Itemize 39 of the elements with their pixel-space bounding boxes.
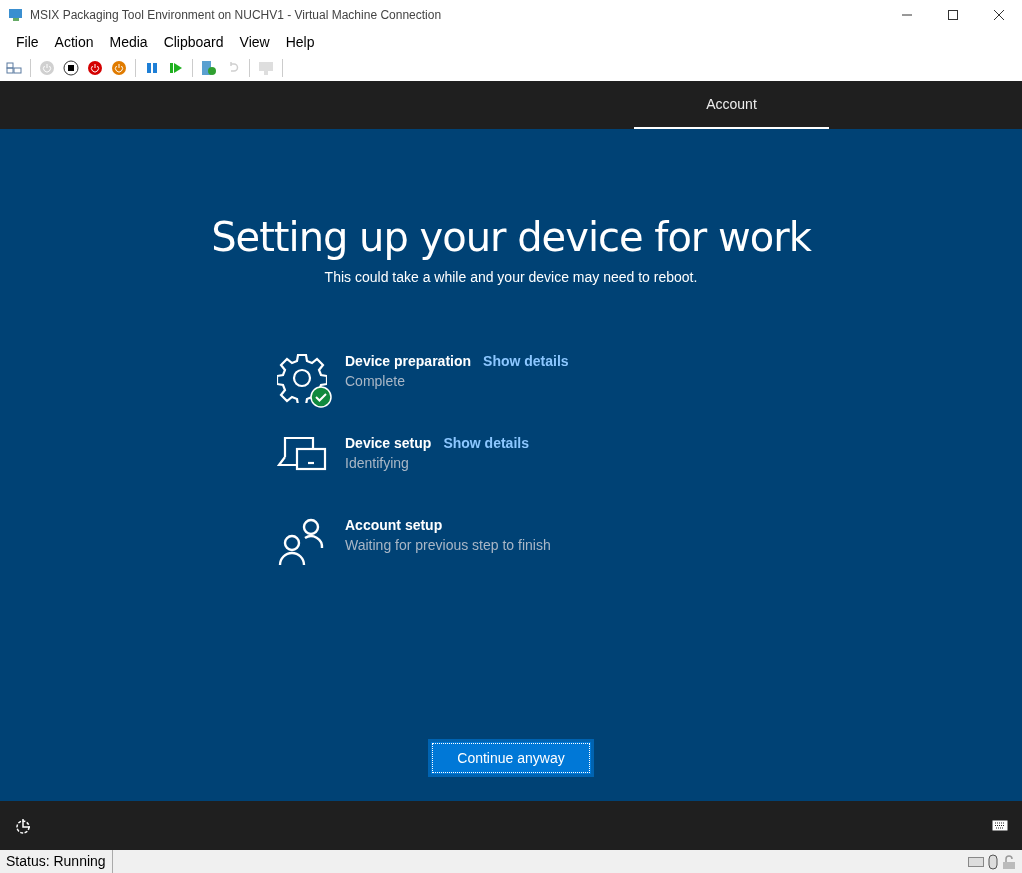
show-details-link[interactable]: Show details [483, 353, 569, 369]
play-icon [169, 61, 183, 74]
maximize-icon [948, 10, 958, 20]
app-icon [8, 8, 24, 22]
stop-icon [63, 59, 79, 76]
continue-button[interactable]: Continue anyway [428, 739, 594, 777]
step-title: Device setup [345, 435, 432, 451]
keyboard-icon [992, 820, 1008, 831]
menu-item[interactable]: Media [101, 34, 156, 50]
step-status: Complete [345, 373, 406, 389]
power-icon [87, 59, 103, 76]
menu-item[interactable]: Help [277, 34, 323, 50]
accessibility-icon [14, 816, 32, 835]
toolbar-button[interactable] [61, 57, 81, 78]
pause-icon [146, 61, 158, 74]
show-details-link[interactable]: Show details [443, 435, 529, 451]
menu-item[interactable]: File [8, 34, 47, 50]
menu-item[interactable]: Clipboard [155, 34, 232, 50]
menu-item[interactable]: View [231, 34, 278, 50]
step-title: Device preparation [345, 353, 472, 369]
power-icon [39, 59, 55, 76]
lock-icon [1002, 853, 1016, 870]
mouse-icon [988, 853, 998, 870]
page-heading: Setting up your device for work [211, 213, 811, 262]
step-status: Identifying [345, 455, 410, 471]
gear-icon [277, 353, 327, 403]
page-subheading: This could take a while and your device may need to reboot. [324, 269, 698, 285]
monitor-icon [258, 59, 274, 76]
step-status: Waiting for previous step to finish [345, 537, 551, 553]
status-text: Status: Running [0, 850, 113, 873]
step-title: Account setup [345, 517, 443, 533]
window-title: MSIX Packaging Tool Environment on NUCHV1 - Virtual Machine Connection [30, 8, 443, 22]
power-icon [111, 59, 127, 76]
menu-item[interactable]: Action [46, 34, 102, 50]
checkpoint-icon [201, 59, 217, 76]
keys-icon [6, 61, 22, 74]
undo-icon [227, 60, 239, 75]
close-icon [994, 10, 1004, 20]
keyboard-icon [968, 856, 984, 867]
